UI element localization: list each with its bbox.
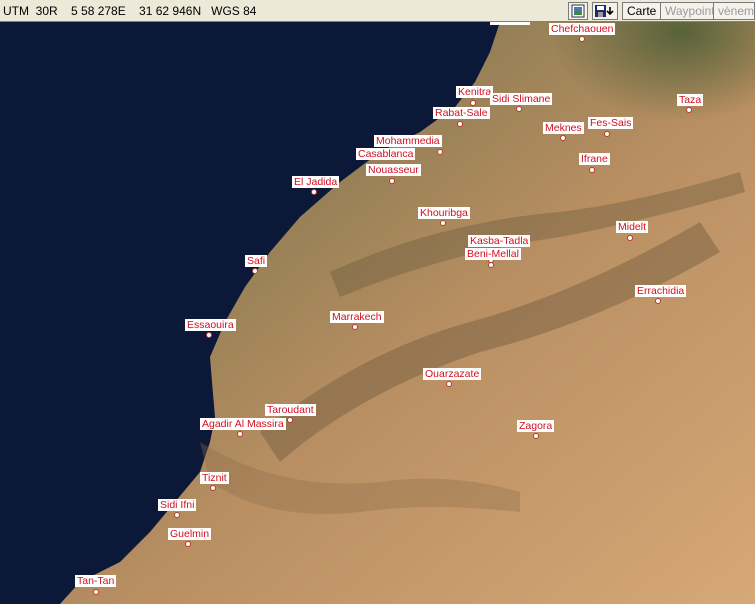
city-label[interactable]: Errachidia bbox=[635, 285, 687, 297]
city-label[interactable]: Ouarzazate bbox=[423, 368, 482, 380]
city-label[interactable]: Khouribga bbox=[418, 207, 470, 219]
city-label[interactable]: El Jadida bbox=[292, 176, 340, 188]
toolbar: UTM 30R 5 58 278E 31 62 946N WGS 84 Cart… bbox=[0, 0, 755, 22]
city-label[interactable]: Tiznit bbox=[200, 472, 229, 484]
city-marker[interactable] bbox=[604, 131, 610, 137]
city-marker[interactable] bbox=[237, 431, 243, 437]
city-label[interactable]: Casablanca bbox=[356, 148, 416, 160]
city-marker[interactable] bbox=[352, 324, 358, 330]
city-marker[interactable] bbox=[311, 189, 317, 195]
city-marker[interactable] bbox=[174, 512, 180, 518]
city-label[interactable]: Sidi Slimane bbox=[490, 93, 553, 105]
city-marker[interactable] bbox=[287, 417, 293, 423]
city-label[interactable]: Safi bbox=[245, 255, 268, 267]
city-marker[interactable] bbox=[470, 100, 476, 106]
city-label[interactable]: Marrakech bbox=[330, 311, 384, 323]
image-icon bbox=[571, 4, 585, 18]
city-marker[interactable] bbox=[93, 589, 99, 595]
city-label[interactable]: Nouasseur bbox=[366, 164, 421, 176]
city-marker[interactable] bbox=[185, 541, 191, 547]
event-button[interactable]: vèneme bbox=[713, 2, 755, 20]
city-label[interactable]: Beni-Mellal bbox=[465, 248, 521, 260]
city-marker[interactable] bbox=[252, 268, 258, 274]
city-marker[interactable] bbox=[560, 135, 566, 141]
city-marker[interactable] bbox=[655, 298, 661, 304]
map-image-button[interactable] bbox=[568, 2, 588, 20]
city-label[interactable]: Sidi Ifni bbox=[158, 499, 197, 511]
floppy-disk-icon bbox=[595, 5, 614, 17]
city-marker[interactable] bbox=[206, 332, 212, 338]
city-label[interactable]: Midelt bbox=[616, 221, 649, 233]
map-button[interactable]: Carte bbox=[622, 2, 662, 20]
city-marker[interactable] bbox=[589, 167, 595, 173]
city-label[interactable]: Tan-Tan bbox=[75, 575, 117, 587]
city-label[interactable]: Fes-Sais bbox=[588, 117, 634, 129]
city-label[interactable]: Chefchaouen bbox=[549, 23, 616, 35]
city-marker[interactable] bbox=[579, 36, 585, 42]
city-label[interactable]: Mohammedia bbox=[374, 135, 442, 147]
city-marker[interactable] bbox=[488, 262, 494, 268]
satellite-map[interactable]: Chefchaouen Kenitra Sidi Slimane Rabat-Sale… bbox=[0, 22, 755, 604]
city-label[interactable]: Agadir Al Massira bbox=[200, 418, 286, 430]
city-marker[interactable] bbox=[437, 149, 443, 155]
waypoint-button[interactable]: Waypoint bbox=[660, 2, 720, 20]
city-marker[interactable] bbox=[210, 485, 216, 491]
save-button[interactable] bbox=[592, 2, 618, 20]
city-label[interactable]: Rabat-Sale bbox=[433, 107, 490, 119]
city-marker[interactable] bbox=[533, 433, 539, 439]
city-label[interactable]: Kasba-Tadla bbox=[468, 235, 531, 247]
coordinate-readout: UTM 30R 5 58 278E 31 62 946N WGS 84 bbox=[3, 4, 257, 18]
city-marker[interactable] bbox=[440, 220, 446, 226]
city-marker[interactable] bbox=[686, 107, 692, 113]
city-marker[interactable] bbox=[516, 106, 522, 112]
city-label[interactable]: Taza bbox=[677, 94, 704, 106]
city-label[interactable]: Kenitra bbox=[456, 86, 494, 98]
city-label[interactable]: Taroudant bbox=[265, 404, 316, 416]
city-label[interactable]: Ifrane bbox=[579, 153, 610, 165]
city-marker[interactable] bbox=[627, 235, 633, 241]
city-marker[interactable] bbox=[457, 121, 463, 127]
city-label[interactable]: Zagora bbox=[517, 420, 555, 432]
city-label[interactable]: Essaouira bbox=[185, 319, 236, 331]
city-label[interactable]: Meknes bbox=[543, 122, 584, 134]
city-label[interactable]: Guelmin bbox=[168, 528, 212, 540]
city-marker[interactable] bbox=[389, 178, 395, 184]
city-marker[interactable] bbox=[446, 381, 452, 387]
